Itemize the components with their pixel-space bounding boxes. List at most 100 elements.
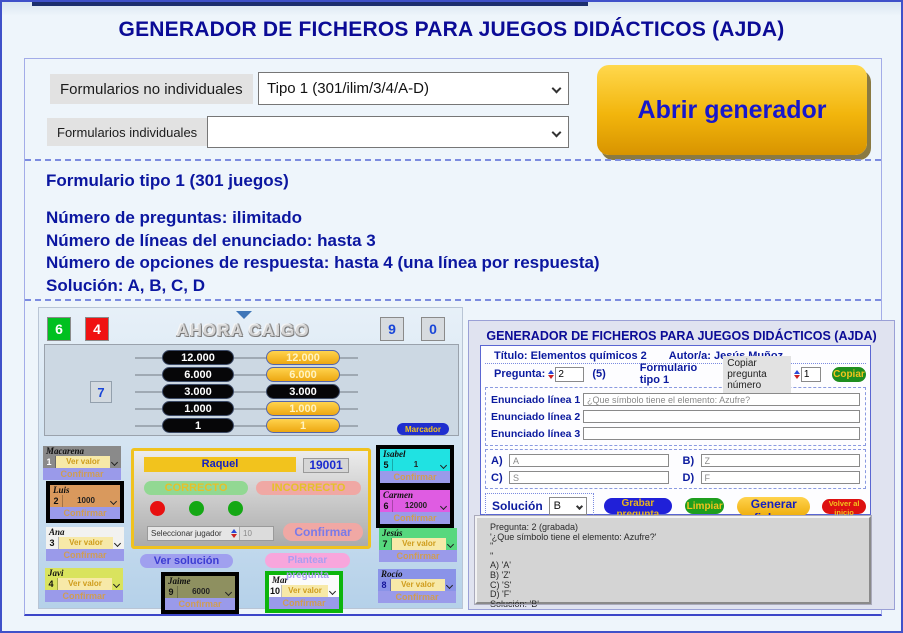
incorrect-button[interactable]: INCORRECTO [256, 481, 361, 495]
player-panel-carmen: Carmen 612000 Confirmar [376, 486, 454, 528]
player-panel-javi: Javi 4Ver valor Confirmar [45, 568, 123, 602]
question-number-input[interactable] [555, 367, 584, 382]
chevron-down-icon [225, 588, 232, 595]
player-confirm-button[interactable]: Confirmar [165, 598, 235, 610]
chevron-down-icon [329, 587, 336, 594]
back-to-start-button[interactable]: Volver al inicio [822, 499, 866, 514]
player-value-select[interactable]: 12000 [393, 500, 439, 512]
chevron-down-icon [446, 581, 453, 588]
player-confirm-button[interactable]: Confirmar [378, 591, 456, 603]
player-name: Isabel [380, 449, 450, 459]
statement-line-2-input[interactable] [583, 410, 860, 423]
host-panel: Raquel 19001 CORRECTO INCORRECTO Selecci… [131, 448, 371, 549]
player-value-select[interactable]: 1 [393, 459, 439, 471]
select-player-label: Seleccionar jugador [148, 529, 231, 538]
spinner-arrows-icon[interactable] [548, 370, 554, 379]
show-solution-button[interactable]: Ver solución [140, 554, 233, 568]
copy-question-label: Copiar pregunta número [723, 356, 791, 393]
statement-line-1-input[interactable] [583, 393, 860, 406]
player-name: Ana [46, 527, 124, 537]
player-name: Luis [50, 485, 120, 495]
host-score-box: 19001 [303, 458, 349, 473]
player-panel-jesus: Jesús 7Ver valor Confirmar [379, 528, 457, 562]
spinner-arrows-icon[interactable] [231, 529, 237, 538]
statement-lines-box: Enunciado línea 1 Enunciado línea 2 Enun… [485, 387, 866, 446]
player-confirm-button[interactable]: Confirmar [45, 590, 123, 602]
statement-line-label: Enunciado línea 3 [491, 428, 583, 440]
player-number: 2 [50, 495, 63, 507]
host-name-banner: Raquel [144, 457, 296, 472]
player-name: Jaime [165, 576, 235, 586]
answer-a-input[interactable] [509, 454, 669, 467]
preview-line: D) 'F' [490, 590, 869, 600]
player-value-select[interactable]: Ver valor [392, 538, 446, 550]
money-row: 12.000 12.000 [123, 350, 368, 365]
counter-box: 9 [380, 317, 404, 341]
player-value-select[interactable]: 1000 [63, 495, 109, 507]
player-name: Rocío [378, 569, 456, 579]
player-panel-ana: Ana 3Ver valor Confirmar [46, 527, 124, 561]
chevron-down-icon [110, 497, 117, 504]
game-screenshot: 6 4 AHORA CAIGO 9 0 7 12.000 12.000 6.00… [38, 307, 463, 609]
info-line: Número de líneas del enunciado: hasta 3 [46, 230, 600, 253]
player-confirm-button[interactable]: Confirmar [380, 471, 450, 483]
player-number: 10 [269, 585, 282, 597]
answer-label: A) [491, 455, 509, 467]
answer-b-input[interactable] [701, 454, 861, 467]
form-type-details: Número de preguntas: ilimitado Número de… [46, 207, 600, 297]
player-confirm-button[interactable]: Confirmar [380, 512, 450, 524]
chevron-down-icon [111, 458, 118, 465]
player-number: 7 [379, 538, 392, 550]
clear-button[interactable]: Limpiar [685, 498, 724, 514]
player-value-select[interactable]: 6000 [178, 586, 224, 598]
player-name: Jesús [379, 528, 457, 538]
chevron-down-icon [552, 127, 562, 137]
player-confirm-button[interactable]: Confirmar [46, 549, 124, 561]
player-name: Carmen [380, 490, 450, 500]
player-number: 6 [380, 500, 393, 512]
answer-d-input[interactable] [701, 471, 861, 484]
individual-forms-select[interactable] [207, 116, 569, 148]
spinner-arrows-icon[interactable] [794, 370, 800, 379]
open-generator-button[interactable]: Abrir generador [597, 65, 867, 155]
copy-button[interactable]: Copiar [832, 367, 866, 382]
non-individual-forms-label: Formularios no individuales [50, 74, 253, 104]
info-line: Número de preguntas: ilimitado [46, 207, 600, 230]
generator-page: GENERADOR DE FICHEROS PARA JUEGOS DIDÁCT… [0, 0, 903, 633]
host-confirm-button[interactable]: Confirmar [283, 523, 363, 541]
ask-question-button[interactable]: Plantear pregunta [265, 553, 350, 568]
correct-button[interactable]: CORRECTO [144, 481, 248, 495]
player-confirm-button[interactable]: Confirmar [379, 550, 457, 562]
player-name: Javi [45, 568, 123, 578]
select-player-spinner[interactable]: Seleccionar jugador 10 [147, 526, 274, 541]
generate-file-button[interactable]: Generar fichero [737, 497, 810, 516]
player-value-select[interactable]: Ver valor [56, 456, 110, 468]
page-title: GENERADOR DE FICHEROS PARA JUEGOS DIDÁCT… [2, 18, 901, 42]
green-indicator-dot [228, 501, 243, 516]
chevron-down-icon [576, 502, 583, 509]
answer-c-input[interactable] [509, 471, 669, 484]
player-value-select[interactable]: Ver valor [59, 537, 113, 549]
answer-label: D) [683, 472, 701, 484]
money-pill-left: 6.000 [162, 367, 234, 382]
solution-select[interactable]: B [549, 497, 587, 515]
player-value-select[interactable]: Ver valor [282, 585, 328, 597]
section-divider [25, 159, 881, 161]
copy-question-number-input[interactable] [801, 367, 821, 382]
marcador-button[interactable]: Marcador [397, 423, 449, 435]
round-number-box: 7 [90, 381, 112, 403]
player-value-select[interactable]: Ver valor [391, 579, 445, 591]
preview-line: '' [490, 552, 869, 562]
player-confirm-button[interactable]: Confirmar [50, 507, 120, 519]
green-indicator-dot [189, 501, 204, 516]
statement-line-3-input[interactable] [583, 427, 860, 440]
player-number: 4 [45, 578, 58, 590]
non-individual-forms-select[interactable]: Tipo 1 (301/ilim/3/4/A-D) [258, 72, 569, 105]
player-value-select[interactable]: Ver valor [58, 578, 112, 590]
non-individual-forms-selected-value: Tipo 1 (301/ilim/3/4/A-D) [267, 80, 429, 97]
save-question-button[interactable]: Grabar pregunta [604, 498, 672, 514]
player-confirm-button[interactable]: Confirmar [43, 468, 121, 480]
generator-form-heading: GENERADOR DE FICHEROS PARA JUEGOS DIDÁCT… [469, 329, 894, 343]
question-number-label: Pregunta: [494, 368, 545, 380]
player-confirm-button[interactable]: Confirmar [269, 597, 339, 609]
